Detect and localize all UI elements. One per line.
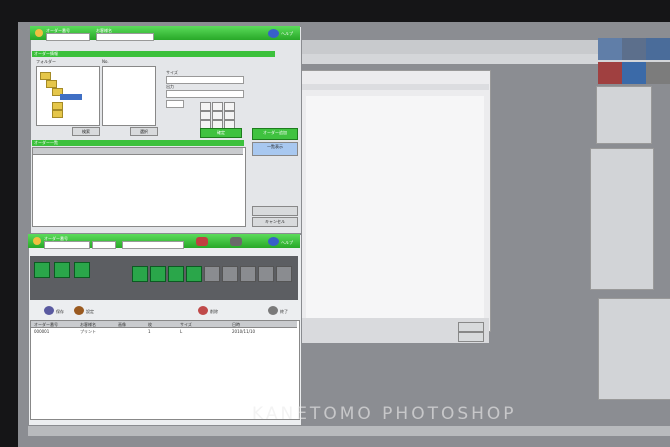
order-list-header	[32, 140, 244, 146]
confirm-button[interactable]: 確定	[200, 128, 242, 138]
col-customer: お客様名	[80, 322, 96, 327]
no-label: No.	[102, 59, 109, 64]
status-ok-button[interactable]	[458, 322, 484, 332]
col-date: 日時	[232, 322, 240, 327]
delete-icon[interactable]	[198, 306, 208, 315]
order-add-button[interactable]: オーダー追加	[252, 128, 298, 140]
order-list-label: オーダー一覧	[34, 140, 58, 145]
input-slot[interactable]	[132, 266, 148, 282]
input-list-columns	[31, 321, 297, 328]
help-icon[interactable]	[268, 237, 279, 246]
folder-icon[interactable]	[52, 110, 63, 118]
save-label[interactable]: 保存	[56, 309, 64, 315]
desktop-icon-app[interactable]	[598, 62, 622, 84]
input-slot[interactable]	[222, 266, 238, 282]
user-icon	[35, 29, 43, 37]
keypad-key[interactable]	[224, 102, 235, 111]
cell-date[interactable]: 2010/11/10	[232, 329, 255, 334]
user-icon	[33, 237, 41, 245]
cell-order-no[interactable]: 000001	[34, 329, 49, 334]
mode-button-album[interactable]	[74, 262, 90, 278]
col-order-no: オーダー番号	[34, 322, 58, 327]
keypad-key[interactable]	[200, 111, 211, 120]
input-slot[interactable]	[204, 266, 220, 282]
list-view-button[interactable]: 一覧表示	[252, 142, 298, 156]
folder-label: フォルダー	[36, 59, 56, 64]
document-address-bar[interactable]	[297, 84, 489, 90]
select-button[interactable]: 選択	[130, 127, 158, 136]
keypad-key[interactable]	[200, 102, 211, 111]
input-help-label: ヘルプ	[281, 240, 293, 245]
customer-field[interactable]	[96, 33, 154, 41]
input-slot[interactable]	[276, 266, 292, 282]
status-cancel-button[interactable]	[458, 332, 484, 342]
order-list-table[interactable]	[32, 147, 246, 227]
palette-layers[interactable]	[590, 148, 654, 290]
keypad-key[interactable]	[212, 111, 223, 120]
mode-button-folder[interactable]	[54, 262, 70, 278]
input-slot[interactable]	[186, 266, 202, 282]
order-info-label: オーダー情報	[34, 51, 58, 56]
palette-character[interactable]	[598, 298, 670, 400]
palette-navigator[interactable]	[596, 86, 652, 144]
setting-label[interactable]: 設定	[86, 309, 94, 315]
taskbar[interactable]	[28, 426, 670, 436]
input-slot[interactable]	[258, 266, 274, 282]
delete-label[interactable]: 削除	[210, 309, 218, 315]
mode-button-disk[interactable]	[34, 262, 50, 278]
cell-size[interactable]: L	[180, 329, 182, 334]
cell-customer[interactable]: プリント	[80, 329, 96, 335]
input-slot[interactable]	[150, 266, 166, 282]
order-option-button[interactable]	[252, 206, 298, 216]
desktop-icon-ordercheck-register[interactable]	[646, 38, 670, 60]
input-order-no-field[interactable]	[44, 241, 90, 249]
keypad-key[interactable]	[212, 102, 223, 111]
setting-icon[interactable]	[74, 306, 84, 315]
tool-icon[interactable]	[230, 237, 242, 246]
col-image: 画像	[118, 322, 126, 327]
end-icon[interactable]	[268, 306, 278, 315]
file-list[interactable]	[102, 66, 156, 126]
search-button[interactable]: 検索	[72, 127, 100, 136]
save-icon[interactable]	[44, 306, 54, 315]
quantity-field[interactable]	[166, 100, 184, 108]
end-label[interactable]: 終了	[280, 309, 288, 315]
desktop-icon-photoshop[interactable]	[622, 62, 646, 84]
folder-selected[interactable]	[60, 94, 82, 100]
input-slot[interactable]	[168, 266, 184, 282]
print-icon[interactable]	[196, 237, 208, 246]
document-canvas[interactable]	[306, 96, 484, 320]
help-label: ヘルプ	[281, 31, 293, 36]
keypad-key[interactable]	[224, 111, 235, 120]
order-list-columns	[33, 148, 243, 155]
size-select[interactable]	[166, 76, 244, 84]
cancel-button[interactable]: キャンセル	[252, 217, 298, 227]
desktop-icon-ordercheck-manager[interactable]	[598, 38, 622, 60]
desktop-icon-epson-scan[interactable]	[622, 38, 646, 60]
watermark: KANETOMO PHOTOSHOP	[252, 404, 517, 424]
input-size-field[interactable]	[122, 241, 184, 249]
order-no-field[interactable]	[46, 33, 90, 41]
help-icon[interactable]	[268, 29, 279, 38]
input-slot[interactable]	[240, 266, 256, 282]
folder-icon[interactable]	[40, 72, 51, 80]
output-select[interactable]	[166, 90, 244, 98]
col-size: サイズ	[180, 322, 192, 327]
desktop-icon-explorer[interactable]	[646, 62, 670, 84]
input-count-field[interactable]	[92, 241, 116, 249]
order-info-header	[32, 51, 275, 57]
folder-icon[interactable]	[52, 102, 63, 110]
folder-icon[interactable]	[46, 80, 57, 88]
cell-count[interactable]: 1	[148, 329, 151, 334]
col-count: 枚	[148, 322, 152, 327]
